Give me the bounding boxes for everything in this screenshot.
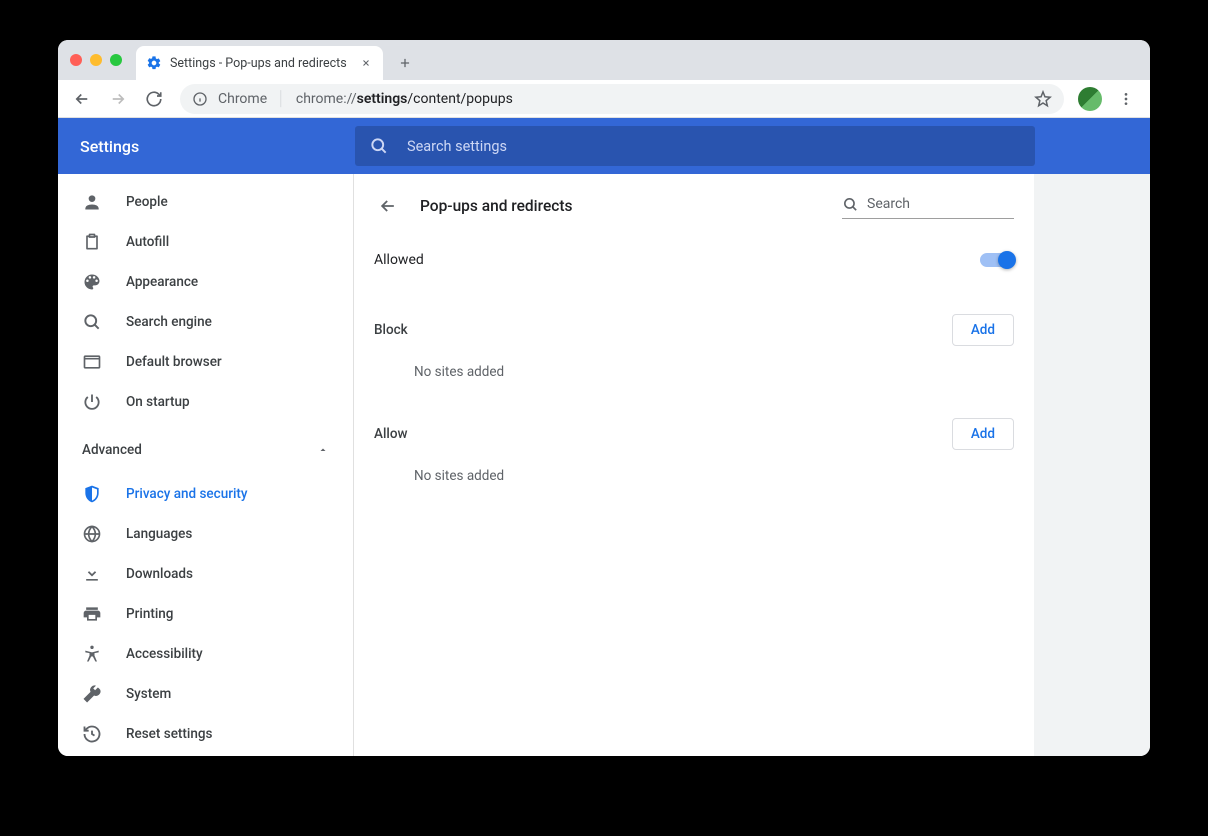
- browser-menu-button[interactable]: [1110, 83, 1142, 115]
- window-maximize-button[interactable]: [110, 54, 122, 66]
- sidebar-item-label: Reset settings: [126, 726, 212, 742]
- sidebar-item-label: Autofill: [126, 234, 169, 250]
- sidebar-item-label: System: [126, 686, 171, 702]
- content-area: People Autofill Appearance Search engine…: [58, 174, 1150, 756]
- window-controls: [70, 54, 122, 66]
- reload-button[interactable]: [138, 83, 170, 115]
- gear-icon: [146, 55, 162, 71]
- sidebar-item-accessibility[interactable]: Accessibility: [58, 634, 353, 674]
- browser-icon: [82, 352, 102, 372]
- sidebar-item-label: Downloads: [126, 566, 193, 582]
- block-empty-message: No sites added: [374, 346, 1014, 390]
- sidebar-item-label: On startup: [126, 394, 190, 410]
- shield-icon: [82, 484, 102, 504]
- nav-forward-button[interactable]: [102, 83, 134, 115]
- new-tab-button[interactable]: [391, 49, 419, 77]
- sidebar-item-privacy-security[interactable]: Privacy and security: [58, 474, 353, 514]
- address-bar[interactable]: Chrome │ chrome://settings/content/popup…: [180, 84, 1064, 114]
- clipboard-icon: [82, 232, 102, 252]
- sidebar-item-appearance[interactable]: Appearance: [58, 262, 353, 302]
- browser-window: Settings - Pop-ups and redirects Chrome …: [58, 40, 1150, 756]
- url-text: chrome://settings/content/popups: [296, 91, 513, 107]
- window-minimize-button[interactable]: [90, 54, 102, 66]
- allow-heading: Allow: [374, 426, 408, 442]
- sidebar-item-search-engine[interactable]: Search engine: [58, 302, 353, 342]
- settings-search[interactable]: [355, 126, 1035, 166]
- page-header: Pop-ups and redirects: [374, 192, 1014, 220]
- block-section-header: Block Add: [374, 314, 1014, 346]
- sidebar-item-label: Languages: [126, 526, 192, 542]
- person-icon: [82, 192, 102, 212]
- tab-title: Settings - Pop-ups and redirects: [170, 56, 347, 71]
- chrome-chip: Chrome: [218, 91, 267, 107]
- advanced-label: Advanced: [82, 442, 142, 458]
- sidebar-item-label: Default browser: [126, 354, 222, 370]
- sidebar-item-label: Search engine: [126, 314, 212, 330]
- site-info-icon[interactable]: [192, 91, 208, 107]
- block-heading: Block: [374, 322, 408, 338]
- tab-strip: Settings - Pop-ups and redirects: [58, 40, 1150, 80]
- page-back-button[interactable]: [374, 192, 402, 220]
- sidebar-item-default-browser[interactable]: Default browser: [58, 342, 353, 382]
- wrench-icon: [82, 684, 102, 704]
- sidebar: People Autofill Appearance Search engine…: [58, 174, 354, 756]
- allow-add-button[interactable]: Add: [952, 418, 1014, 450]
- right-gutter: [1034, 174, 1150, 756]
- window-close-button[interactable]: [70, 54, 82, 66]
- page-title: Pop-ups and redirects: [420, 197, 824, 215]
- allow-section-header: Allow Add: [374, 418, 1014, 450]
- sidebar-item-autofill[interactable]: Autofill: [58, 222, 353, 262]
- sidebar-item-system[interactable]: System: [58, 674, 353, 714]
- sidebar-item-on-startup[interactable]: On startup: [58, 382, 353, 422]
- browser-tab[interactable]: Settings - Pop-ups and redirects: [136, 46, 383, 80]
- nav-back-button[interactable]: [66, 83, 98, 115]
- toggle-knob: [998, 251, 1016, 269]
- page-search-input[interactable]: [867, 196, 1045, 212]
- block-add-button[interactable]: Add: [952, 314, 1014, 346]
- power-icon: [82, 392, 102, 412]
- profile-avatar[interactable]: [1074, 83, 1106, 115]
- sidebar-item-printing[interactable]: Printing: [58, 594, 353, 634]
- sidebar-item-reset-settings[interactable]: Reset settings: [58, 714, 353, 754]
- accessibility-icon: [82, 644, 102, 664]
- sidebar-item-label: Appearance: [126, 274, 198, 290]
- sidebar-item-people[interactable]: People: [58, 182, 353, 222]
- settings-search-input[interactable]: [407, 138, 1021, 155]
- bookmark-star-icon[interactable]: [1034, 90, 1052, 108]
- app-title: Settings: [80, 137, 355, 156]
- sidebar-item-label: Printing: [126, 606, 173, 622]
- download-icon: [82, 564, 102, 584]
- palette-icon: [82, 272, 102, 292]
- settings-header: Settings: [58, 118, 1150, 174]
- sidebar-item-downloads[interactable]: Downloads: [58, 554, 353, 594]
- globe-icon: [82, 524, 102, 544]
- sidebar-item-label: Accessibility: [126, 646, 203, 662]
- sidebar-item-label: People: [126, 194, 168, 210]
- page-search[interactable]: [842, 194, 1014, 219]
- allowed-toggle[interactable]: [980, 253, 1014, 267]
- search-icon: [369, 136, 389, 156]
- printer-icon: [82, 604, 102, 624]
- browser-toolbar: Chrome │ chrome://settings/content/popup…: [58, 80, 1150, 118]
- restore-icon: [82, 724, 102, 744]
- sidebar-advanced-toggle[interactable]: Advanced: [58, 430, 353, 470]
- allowed-label: Allowed: [374, 252, 424, 268]
- close-tab-button[interactable]: [359, 56, 373, 70]
- allowed-toggle-row: Allowed: [374, 224, 1014, 286]
- chevron-up-icon: [317, 444, 329, 456]
- search-icon: [82, 312, 102, 332]
- allow-empty-message: No sites added: [374, 450, 1014, 494]
- sidebar-item-languages[interactable]: Languages: [58, 514, 353, 554]
- search-icon: [842, 196, 859, 213]
- main-panel: Pop-ups and redirects Allowed Block Add …: [354, 174, 1034, 756]
- sidebar-item-label: Privacy and security: [126, 486, 248, 502]
